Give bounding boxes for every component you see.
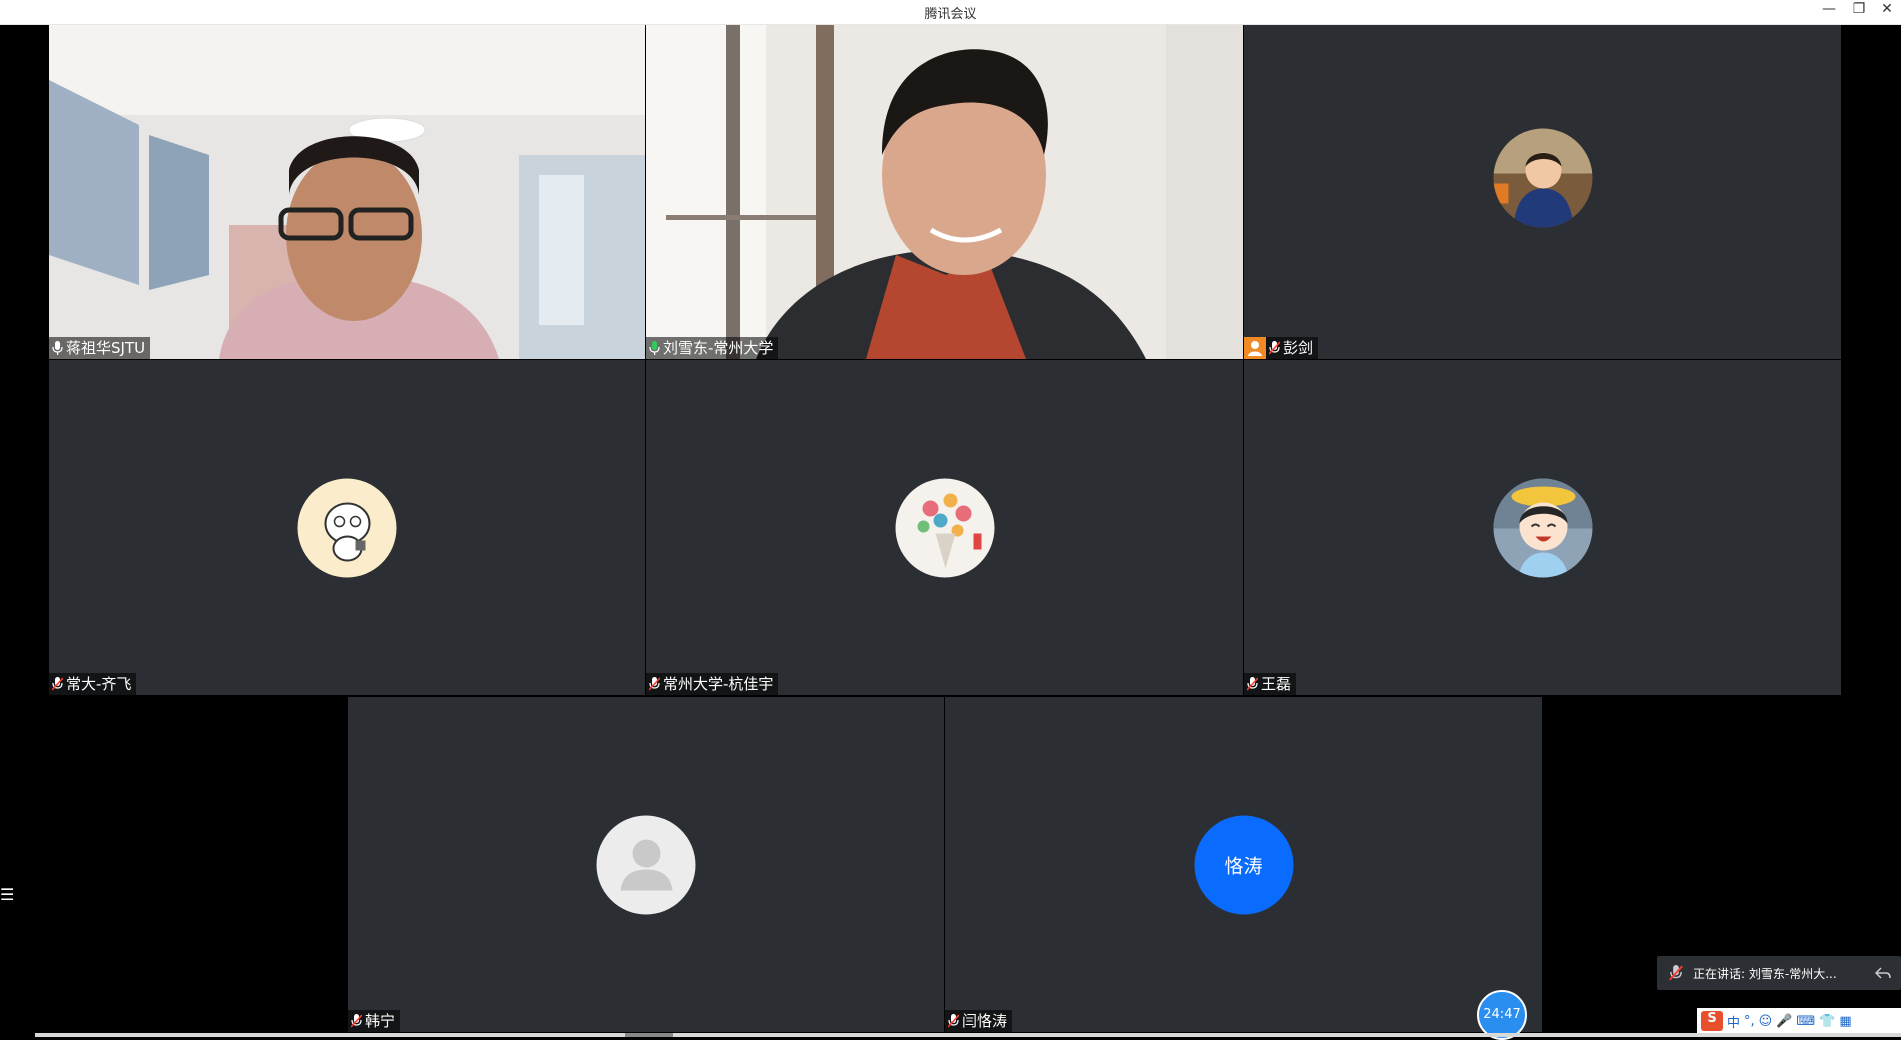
- speaking-text: 正在讲话: 刘雪东-常州大...: [1693, 966, 1837, 981]
- video-tile-3[interactable]: 彭剑: [1244, 25, 1841, 359]
- participant-avatar: [1493, 128, 1592, 228]
- mic-muted-icon: [948, 1014, 959, 1028]
- video-tile-6[interactable]: 王磊: [1244, 360, 1841, 695]
- participant-name: 闫恪涛: [962, 1012, 1008, 1030]
- participant-name-label: 蒋祖华SJTU: [49, 337, 151, 359]
- emoji-icon[interactable]: ☺: [1759, 1014, 1773, 1029]
- participant-name: 刘雪东-常州大学: [663, 339, 774, 357]
- video-tile-5[interactable]: 常州大学-杭佳宇: [646, 360, 1243, 695]
- speaking-indicator[interactable]: 正在讲话: 刘雪东-常州大...: [1657, 956, 1901, 990]
- side-menu-toggle[interactable]: ☰: [0, 884, 14, 906]
- punctuation-icon[interactable]: °,: [1744, 1014, 1755, 1029]
- ime-toolbar[interactable]: S 中 °, ☺ 🎤 ⌨ 👕 ▦: [1697, 1008, 1901, 1034]
- mic-muted-icon: [52, 677, 63, 691]
- mic-speaking-icon: [649, 341, 660, 355]
- participant-name: 常州大学-杭佳宇: [663, 675, 774, 693]
- toolbox-icon[interactable]: ▦: [1839, 1014, 1851, 1029]
- chinese-mode-icon[interactable]: 中: [1727, 1012, 1740, 1031]
- voice-input-icon[interactable]: 🎤: [1776, 1014, 1792, 1029]
- participant-name-label: 常州大学-杭佳宇: [646, 673, 779, 695]
- participant-name-label: 闫恪涛: [945, 1010, 1013, 1032]
- video-tile-7[interactable]: 韩宁: [348, 697, 944, 1032]
- mic-on-icon: [52, 341, 63, 355]
- participant-video: [49, 25, 645, 359]
- video-tile-8[interactable]: 恪涛 闫恪涛: [945, 697, 1542, 1032]
- initials-avatar: 恪涛: [1194, 815, 1293, 914]
- participant-name: 彭剑: [1283, 339, 1314, 357]
- title-bar: 腾讯会议 — ❐ ✕: [0, 0, 1901, 25]
- mic-muted-icon: [1669, 965, 1683, 981]
- participant-name-label: 韩宁: [348, 1010, 401, 1032]
- host-badge-icon: [1244, 337, 1266, 359]
- skin-icon[interactable]: 👕: [1819, 1014, 1835, 1029]
- video-tile-4[interactable]: 常大-齐飞: [49, 360, 645, 695]
- participant-name: 蒋祖华SJTU: [66, 339, 146, 357]
- avatar-initials: 恪涛: [1224, 855, 1263, 877]
- sogou-logo-icon[interactable]: S: [1701, 1011, 1723, 1031]
- window-title: 腾讯会议: [924, 7, 977, 22]
- default-avatar-icon: [596, 815, 696, 914]
- restore-button[interactable]: ❐: [1845, 0, 1873, 22]
- collapse-arrow-icon[interactable]: [1875, 966, 1891, 980]
- participant-name-label: 王磊: [1244, 673, 1297, 695]
- video-tile-1[interactable]: 蒋祖华SJTU: [49, 25, 645, 359]
- participant-avatar: [895, 478, 994, 577]
- mic-muted-icon: [649, 677, 660, 691]
- participant-name-label: 刘雪东-常州大学: [646, 337, 779, 359]
- mic-muted-icon: [1269, 341, 1280, 355]
- participant-avatar: [1493, 478, 1592, 577]
- horizontal-scrollbar[interactable]: [35, 1033, 1901, 1037]
- participant-name-label: 彭剑: [1244, 337, 1319, 359]
- mic-muted-icon: [351, 1014, 362, 1028]
- participant-name: 韩宁: [365, 1012, 396, 1030]
- close-button[interactable]: ✕: [1873, 0, 1901, 22]
- minimize-button[interactable]: —: [1815, 0, 1843, 22]
- participant-name-label: 常大-齐飞: [49, 673, 137, 695]
- keyboard-icon[interactable]: ⌨: [1796, 1014, 1815, 1029]
- scrollbar-thumb[interactable]: [625, 1033, 673, 1037]
- participant-name: 常大-齐飞: [66, 675, 132, 693]
- participant-avatar: [297, 478, 397, 577]
- participant-name: 王磊: [1261, 675, 1292, 693]
- mic-muted-icon: [1247, 677, 1258, 691]
- participant-video: [646, 25, 1243, 359]
- video-tile-2[interactable]: 刘雪东-常州大学: [646, 25, 1243, 359]
